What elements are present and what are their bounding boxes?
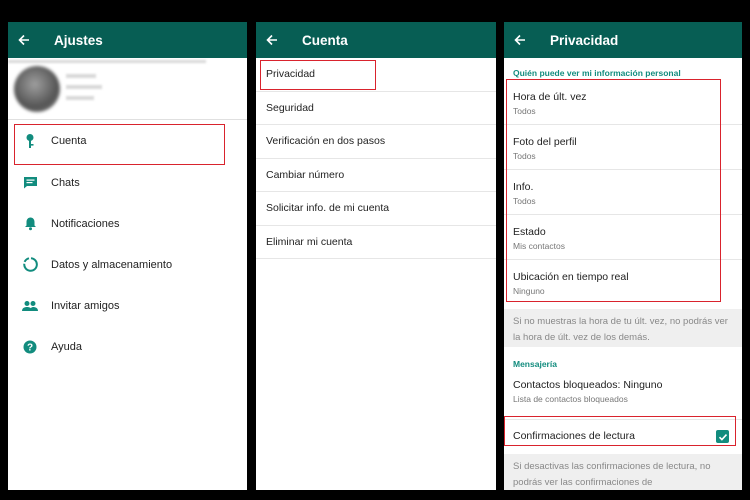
- highlight-box: [506, 79, 721, 302]
- settings-item-invitar[interactable]: Invitar amigos: [8, 285, 247, 326]
- settings-item-label: Ayuda: [51, 340, 82, 353]
- section-header-who: Quién puede ver mi información personal: [513, 68, 681, 78]
- highlight-box: [504, 416, 736, 446]
- blurred-info: [66, 96, 94, 100]
- profile-header[interactable]: [8, 58, 247, 120]
- settings-item-notificaciones[interactable]: Notificaciones: [8, 203, 247, 244]
- bell-icon: [22, 216, 38, 232]
- highlight-box: [260, 60, 376, 90]
- account-item-cambiar-numero[interactable]: Cambiar número: [256, 159, 496, 192]
- settings-item-label: Datos y almacenamiento: [51, 258, 173, 271]
- privacy-title: Privacidad: [550, 32, 619, 48]
- blurred-name: [66, 74, 96, 78]
- blocked-contacts-title: Contactos bloqueados: Ninguno: [513, 379, 663, 391]
- back-arrow-icon[interactable]: [514, 33, 528, 47]
- settings-item-chats[interactable]: Chats: [8, 162, 247, 203]
- settings-item-ayuda[interactable]: ? Ayuda: [8, 326, 247, 367]
- account-item-eliminar[interactable]: Eliminar mi cuenta: [256, 226, 496, 259]
- settings-item-label: Invitar amigos: [51, 299, 120, 312]
- last-seen-note: Si no muestras la hora de tu últ. vez, n…: [504, 309, 742, 347]
- settings-title: Ajustes: [54, 32, 103, 48]
- people-icon: [22, 298, 38, 314]
- settings-item-label: Notificaciones: [51, 217, 120, 230]
- settings-item-datos[interactable]: Datos y almacenamiento: [8, 244, 247, 285]
- avatar[interactable]: [14, 66, 60, 112]
- privacy-appbar: Privacidad: [504, 22, 742, 58]
- svg-text:?: ?: [27, 342, 33, 353]
- account-appbar: Cuenta: [256, 22, 496, 58]
- blocked-contacts-item[interactable]: Contactos bloqueados: Ninguno Lista de c…: [504, 376, 742, 420]
- account-title: Cuenta: [302, 32, 348, 48]
- settings-item-label: Chats: [51, 176, 80, 189]
- back-arrow-icon[interactable]: [18, 33, 32, 47]
- account-item-seguridad[interactable]: Seguridad: [256, 92, 496, 125]
- read-receipts-note: Si desactivas las confirmaciones de lect…: [504, 454, 742, 490]
- blocked-contacts-subtitle: Lista de contactos bloqueados: [513, 394, 628, 404]
- account-item-solicitar-info[interactable]: Solicitar info. de mi cuenta: [256, 192, 496, 226]
- blurred-status: [66, 85, 102, 89]
- highlight-box: [14, 124, 225, 165]
- settings-screen: Ajustes Cuenta Chats Notificaciones Dato…: [8, 22, 247, 490]
- account-screen: Cuenta Privacidad Seguridad Verificación…: [256, 22, 496, 490]
- section-header-messaging: Mensajería: [513, 359, 557, 369]
- back-arrow-icon[interactable]: [266, 33, 280, 47]
- chat-icon: [22, 175, 38, 191]
- settings-appbar: Ajustes: [8, 22, 247, 58]
- help-icon: ?: [22, 339, 38, 355]
- privacy-screen: Privacidad Quién puede ver mi informació…: [504, 22, 742, 490]
- account-item-verificacion[interactable]: Verificación en dos pasos: [256, 125, 496, 159]
- data-usage-icon: [22, 257, 38, 273]
- blurred-line: [8, 60, 206, 63]
